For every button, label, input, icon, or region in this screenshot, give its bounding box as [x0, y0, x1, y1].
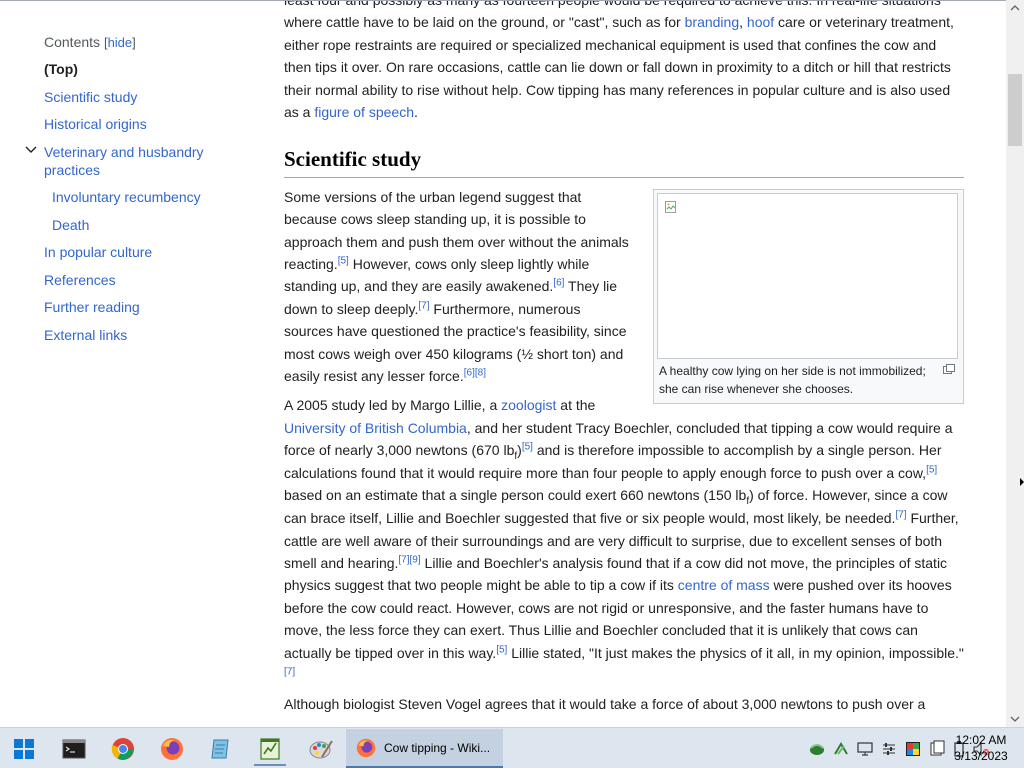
- citation-5[interactable]: [5]: [926, 464, 937, 475]
- terminal-icon: [62, 739, 86, 759]
- document-stack-icon[interactable]: [928, 740, 946, 758]
- citation-7[interactable]: [7]: [895, 510, 906, 521]
- start-button[interactable]: [0, 732, 48, 766]
- taskbar-firefox[interactable]: [148, 732, 196, 766]
- link-branding[interactable]: branding: [685, 14, 740, 30]
- scrollbar-thumb[interactable]: [1008, 74, 1022, 146]
- toc-item-references[interactable]: References: [44, 271, 244, 289]
- paint-icon: [309, 740, 333, 759]
- toc-item-scientific-study[interactable]: Scientific study: [44, 88, 244, 106]
- taskbar-chart-app[interactable]: [246, 732, 294, 766]
- link-figure-of-speech[interactable]: figure of speech: [314, 104, 414, 120]
- toc-item-death[interactable]: Death: [44, 216, 244, 234]
- link-ubc[interactable]: University of British Columbia: [284, 420, 467, 436]
- mouse-cursor-icon: [1020, 478, 1024, 486]
- toc-item-popular-culture[interactable]: In popular culture: [44, 243, 244, 261]
- chart-app-icon: [260, 738, 280, 760]
- citation-7[interactable]: [7]: [398, 554, 409, 565]
- link-centre-of-mass[interactable]: centre of mass: [678, 577, 770, 593]
- citation-8[interactable]: [8]: [475, 367, 486, 378]
- citation-6[interactable]: [6]: [553, 278, 564, 289]
- paragraph-2005-study: A 2005 study led by Margo Lillie, a zool…: [284, 397, 964, 678]
- intro-paragraph: least four and possibly as many as fourt…: [284, 0, 954, 121]
- active-task-title: Cow tipping - Wiki...: [384, 740, 491, 755]
- toc-header: Contents [hide]: [44, 34, 244, 50]
- citation-5[interactable]: [5]: [522, 442, 533, 453]
- citation-7[interactable]: [7]: [284, 666, 295, 677]
- taskbar: Cow tipping - Wiki... 12:02 AM 3/13/2023: [0, 727, 1024, 768]
- sync-icon[interactable]: [832, 740, 850, 758]
- firefox-icon: [356, 738, 376, 757]
- toc-item-top[interactable]: (Top): [44, 60, 244, 78]
- toc-item-involuntary-recumbency[interactable]: Involuntary recumbency: [44, 188, 244, 206]
- table-of-contents: Contents [hide] (Top) Scientific study H…: [25, 34, 244, 353]
- browser-page: Contents [hide] (Top) Scientific study H…: [0, 0, 1006, 727]
- citation-9[interactable]: [9]: [410, 554, 421, 565]
- enlarge-icon[interactable]: [943, 363, 955, 374]
- clock-date: 3/13/2023: [954, 749, 1008, 763]
- firefox-icon: [161, 738, 183, 760]
- toc-hide-toggle[interactable]: [hide]: [104, 35, 136, 50]
- start-icon: [14, 739, 34, 759]
- toc-title: Contents: [44, 34, 101, 50]
- paragraph-vogel: Although biologist Steven Vogel agrees t…: [284, 696, 926, 713]
- color-app-icon[interactable]: [904, 740, 922, 758]
- citation-7[interactable]: [7]: [418, 300, 429, 311]
- taskbar-notepad[interactable]: [197, 732, 245, 766]
- sliders-icon[interactable]: [880, 740, 898, 758]
- citation-5[interactable]: [5]: [496, 644, 507, 655]
- section-heading-scientific-study: Scientific study: [284, 146, 964, 178]
- system-clock[interactable]: 12:02 AM 3/13/2023: [946, 732, 1016, 764]
- article-body: least four and possibly as many as fourt…: [284, 1, 964, 723]
- link-zoologist[interactable]: zoologist: [501, 397, 556, 413]
- notepad-icon: [211, 739, 229, 759]
- taskbar-terminal[interactable]: [50, 732, 98, 766]
- toc-list: (Top) Scientific study Historical origin…: [25, 60, 244, 344]
- taskbar-chrome[interactable]: [99, 732, 147, 766]
- scroll-up-arrow-icon[interactable]: [1006, 0, 1024, 17]
- toc-item-further-reading[interactable]: Further reading: [44, 298, 244, 316]
- link-hoof[interactable]: hoof: [747, 14, 774, 30]
- toc-item-veterinary[interactable]: Veterinary and husbandry practices: [25, 143, 244, 179]
- broken-image-icon: [665, 200, 676, 213]
- chevron-down-icon[interactable]: [24, 143, 38, 157]
- toc-item-external-links[interactable]: External links: [44, 326, 244, 344]
- toc-item-historical-origins[interactable]: Historical origins: [44, 115, 244, 133]
- scroll-down-arrow-icon[interactable]: [1006, 710, 1024, 727]
- figure-caption: A healthy cow lying on her side is not i…: [657, 359, 960, 400]
- taskbar-paint[interactable]: [297, 732, 345, 766]
- citation-5[interactable]: [5]: [338, 255, 349, 266]
- clock-time: 12:02 AM: [955, 733, 1007, 747]
- cow-image-placeholder[interactable]: [657, 192, 958, 359]
- figure-thumbnail: A healthy cow lying on her side is not i…: [653, 188, 964, 404]
- network-status-icon[interactable]: [808, 740, 826, 758]
- citation-6[interactable]: [6]: [464, 367, 475, 378]
- vertical-scrollbar[interactable]: [1006, 0, 1024, 727]
- taskbar-active-firefox-window[interactable]: Cow tipping - Wiki...: [346, 729, 503, 768]
- display-settings-icon[interactable]: [856, 740, 874, 758]
- chrome-icon: [111, 738, 134, 760]
